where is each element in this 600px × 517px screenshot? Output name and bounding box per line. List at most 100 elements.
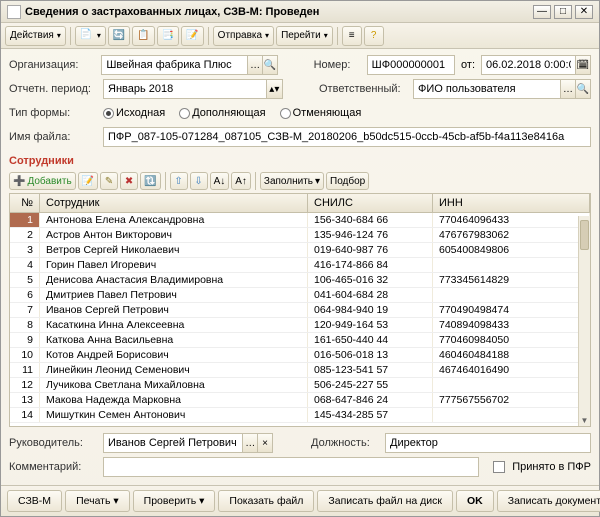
table-row[interactable]: 7Иванов Сергей Петрович064-984-940 19770… [10, 303, 590, 318]
table-row[interactable]: 12Лучикова Светлана Михайловна506-245-22… [10, 378, 590, 393]
manager-label: Руководитель: [9, 437, 99, 449]
send-menu[interactable]: Отправка▾ [213, 26, 274, 46]
cell-employee: Мишуткин Семен Антонович [40, 408, 308, 422]
post-field[interactable] [385, 433, 591, 453]
cell-snils: 085-123-541 57 [308, 363, 433, 377]
copy-button[interactable]: 📋 [132, 26, 154, 46]
insert-button[interactable]: 📝 [78, 172, 98, 190]
cell-snils: 019-640-987 76 [308, 243, 433, 257]
ellipsis-icon[interactable]: … [560, 80, 575, 98]
refresh-grid-button[interactable]: 🔃 [140, 172, 160, 190]
employees-grid[interactable]: № Сотрудник СНИЛС ИНН 1Антонова Елена Ал… [9, 193, 591, 427]
radio-cancel[interactable]: Отменяющая [280, 107, 362, 119]
actions-menu[interactable]: Действия▾ [5, 26, 66, 46]
edit-button[interactable]: ✎ [100, 172, 118, 190]
cell-inn: 476767983062 [433, 228, 590, 242]
date-field[interactable]: 🗓 [481, 55, 591, 75]
cell-snils: 106-465-016 32 [308, 273, 433, 287]
pick-button[interactable]: Подбор [326, 172, 369, 190]
col-inn[interactable]: ИНН [433, 194, 590, 212]
cell-snils: 041-604-684 28 [308, 288, 433, 302]
check-button[interactable]: Проверить ▾ [133, 490, 216, 512]
period-field[interactable]: ▴▾ [103, 79, 283, 99]
cell-inn: 770464096433 [433, 213, 590, 227]
cell-inn: 777567556702 [433, 393, 590, 407]
add-button[interactable]: ➕Добавить [9, 172, 76, 190]
filename-field[interactable] [103, 127, 591, 147]
move-up-button[interactable]: ⇧ [170, 172, 188, 190]
table-row[interactable]: 14Мишуткин Семен Антонович145-434-285 57 [10, 408, 590, 423]
write-doc-button[interactable]: Записать документ [497, 490, 600, 512]
resp-label: Ответственный: [319, 83, 409, 95]
cell-snils: 161-650-440 44 [308, 333, 433, 347]
table-row[interactable]: 8Касаткина Инна Алексеевна120-949-164 53… [10, 318, 590, 333]
move-down-button[interactable]: ⇩ [190, 172, 208, 190]
table-row[interactable]: 13Макова Надежда Марковна068-647-846 247… [10, 393, 590, 408]
show-file-button[interactable]: Показать файл [218, 490, 314, 512]
table-row[interactable]: 9Каткова Анна Васильевна161-650-440 4477… [10, 333, 590, 348]
vertical-scrollbar[interactable]: ▲ ▼ [578, 216, 590, 426]
cell-n: 14 [10, 408, 40, 422]
new-doc-button[interactable]: 📄▾ [75, 26, 106, 46]
minimize-button[interactable]: — [533, 5, 551, 19]
accepted-pfr-label: Принято в ПФР [509, 461, 591, 473]
table-row[interactable]: 2Астров Антон Викторович135-946-124 7647… [10, 228, 590, 243]
col-snils[interactable]: СНИЛС [308, 194, 433, 212]
cell-inn [433, 408, 590, 422]
cell-employee: Каткова Анна Васильевна [40, 333, 308, 347]
list-button[interactable]: ≡ [342, 26, 362, 46]
table-row[interactable]: 11Линейкин Леонид Семенович085-123-541 5… [10, 363, 590, 378]
cell-inn: 770490498474 [433, 303, 590, 317]
radio-add[interactable]: Дополняющая [179, 107, 265, 119]
table-row[interactable]: 6Дмитриев Павел Петрович041-604-684 28 [10, 288, 590, 303]
cell-employee: Горин Павел Игоревич [40, 258, 308, 272]
cell-snils: 416-174-866 84 [308, 258, 433, 272]
sort-asc-button[interactable]: A↓ [210, 172, 230, 190]
ellipsis-icon[interactable]: … [247, 56, 262, 74]
manager-field[interactable]: … × [103, 433, 273, 453]
ok-button[interactable]: OK [456, 490, 494, 512]
close-button[interactable]: ✕ [575, 5, 593, 19]
col-number[interactable]: № [10, 194, 40, 212]
radio-source[interactable]: Исходная [103, 107, 165, 119]
cell-employee: Лучикова Светлана Михайловна [40, 378, 308, 392]
print-button[interactable]: Печать ▾ [65, 490, 130, 512]
clear-icon[interactable]: × [257, 434, 272, 452]
fill-menu[interactable]: Заполнить▾ [260, 172, 324, 190]
refresh-button[interactable]: 🔄 [108, 26, 130, 46]
org-field[interactable]: … 🔍 [101, 55, 278, 75]
cell-employee: Денисова Анастасия Владимировна [40, 273, 308, 287]
post-button[interactable]: 📑 [157, 26, 179, 46]
save-file-button[interactable]: Записать файл на диск [317, 490, 453, 512]
cell-n: 8 [10, 318, 40, 332]
grid-toolbar: ➕Добавить 📝 ✎ ✖ 🔃 ⇧ ⇩ A↓ A↑ Заполнить▾ П… [1, 169, 599, 193]
post2-button[interactable]: 📝 [181, 26, 203, 46]
table-row[interactable]: 5Денисова Анастасия Владимировна106-465-… [10, 273, 590, 288]
ellipsis-icon[interactable]: … [242, 434, 257, 452]
comment-field[interactable] [103, 457, 479, 477]
help-button[interactable]: ? [364, 26, 384, 46]
number-field[interactable] [367, 55, 455, 75]
table-row[interactable]: 10Котов Андрей Борисович016-506-018 1346… [10, 348, 590, 363]
resp-field[interactable]: … 🔍 [413, 79, 591, 99]
accepted-pfr-checkbox[interactable] [493, 461, 505, 473]
delete-button[interactable]: ✖ [120, 172, 138, 190]
cell-n: 3 [10, 243, 40, 257]
col-employee[interactable]: Сотрудник [40, 194, 308, 212]
spinner-up-icon[interactable]: ▴▾ [266, 80, 282, 98]
sort-desc-button[interactable]: A↑ [231, 172, 251, 190]
calendar-icon[interactable]: 🗓 [575, 56, 590, 74]
scroll-thumb[interactable] [580, 220, 589, 250]
magnifier-icon[interactable]: 🔍 [262, 56, 277, 74]
maximize-button[interactable]: □ [554, 5, 572, 19]
table-row[interactable]: 1Антонова Елена Александровна156-340-684… [10, 213, 590, 228]
cell-snils: 506-245-227 55 [308, 378, 433, 392]
table-row[interactable]: 4Горин Павел Игоревич416-174-866 84 [10, 258, 590, 273]
magnifier-icon[interactable]: 🔍 [575, 80, 590, 98]
table-row[interactable]: 3Ветров Сергей Николаевич019-640-987 766… [10, 243, 590, 258]
from-label: от: [459, 59, 477, 71]
cell-inn: 460460484188 [433, 348, 590, 362]
scroll-down-arrow-icon[interactable]: ▼ [579, 414, 590, 426]
szvm-tab[interactable]: СЗВ-М [7, 490, 62, 512]
goto-menu[interactable]: Перейти▾ [276, 26, 333, 46]
